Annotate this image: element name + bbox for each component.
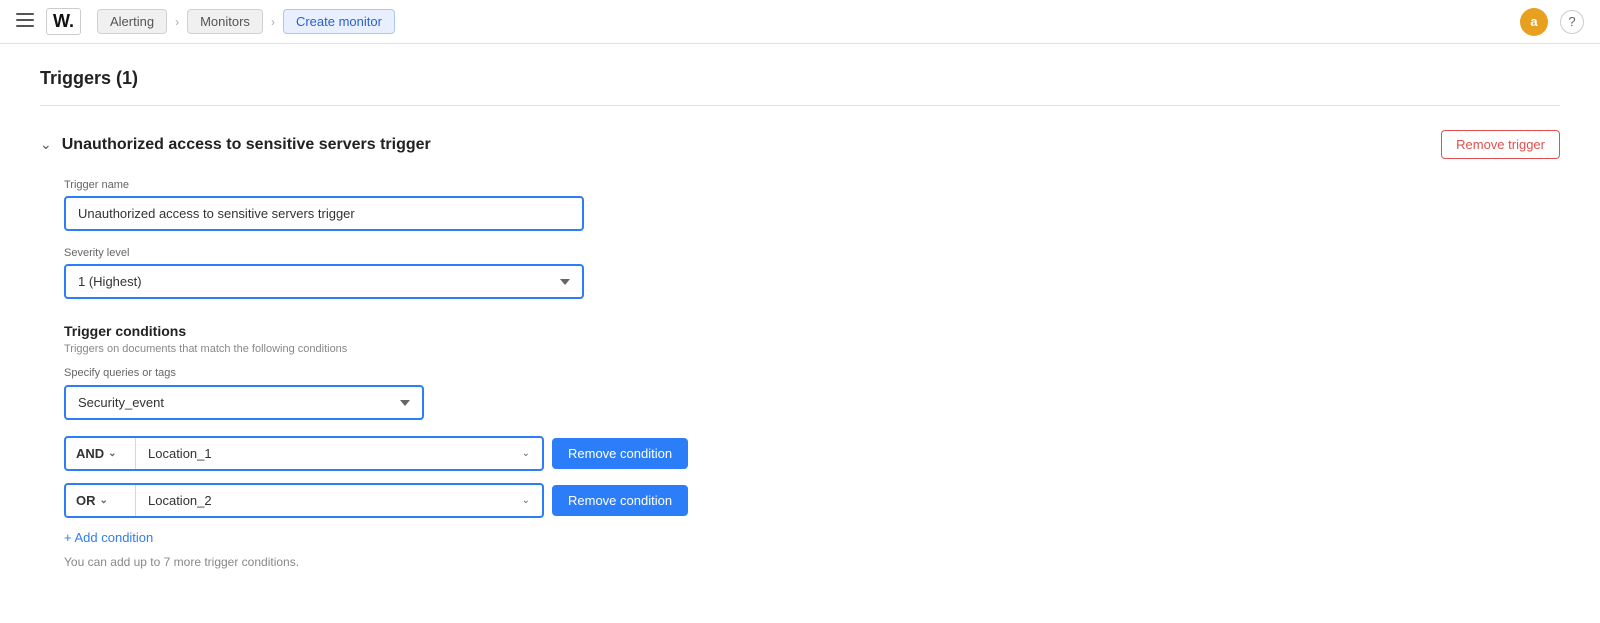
more-conditions-text: You can add up to 7 more trigger conditi…	[64, 555, 1560, 569]
severity-select[interactable]: 1 (Highest) 2 (High) 3 (Medium) 4 (Low) …	[64, 264, 584, 299]
condition-value-2[interactable]: Location_2 ⌄	[136, 485, 542, 516]
trigger-conditions-section: Trigger conditions Triggers on documents…	[64, 323, 1560, 569]
remove-trigger-button[interactable]: Remove trigger	[1441, 130, 1560, 159]
trigger-title-row: ⌄ Unauthorized access to sensitive serve…	[40, 136, 431, 154]
condition-operator-2[interactable]: OR ⌄	[66, 485, 136, 516]
page-title: Triggers (1)	[40, 68, 1560, 89]
trigger-header: ⌄ Unauthorized access to sensitive serve…	[40, 130, 1560, 159]
condition-row-1: AND ⌄ Location_1 ⌄ Remove condition	[64, 436, 1560, 471]
trigger-name-group: Trigger name	[64, 179, 584, 231]
condition-operator-1[interactable]: AND ⌄	[66, 438, 136, 469]
content-area: Triggers (1) ⌄ Unauthorized access to se…	[0, 44, 1600, 593]
remove-condition-button-1[interactable]: Remove condition	[552, 438, 688, 469]
operator-chevron-1: ⌄	[108, 448, 116, 459]
breadcrumb-sep-1: ›	[175, 15, 179, 29]
query-select-wrapper: Security_event All queries Tag: security	[64, 385, 424, 420]
severity-level-group: Severity level 1 (Highest) 2 (High) 3 (M…	[64, 247, 584, 299]
condition-box-1: AND ⌄ Location_1 ⌄	[64, 436, 544, 471]
trigger-name-input[interactable]	[64, 196, 584, 231]
condition-row-2: OR ⌄ Location_2 ⌄ Remove condition	[64, 483, 1560, 518]
breadcrumb-monitors[interactable]: Monitors	[187, 9, 263, 34]
divider	[40, 105, 1560, 106]
operator-label-2: OR	[76, 493, 96, 508]
condition-value-1[interactable]: Location_1 ⌄	[136, 438, 542, 469]
operator-label-1: AND	[76, 446, 104, 461]
topnav-right: a ?	[1520, 8, 1584, 36]
breadcrumb-alerting[interactable]: Alerting	[97, 9, 167, 34]
condition-value-chevron-2: ⌄	[522, 495, 530, 506]
operator-chevron-2: ⌄	[100, 495, 108, 506]
menu-icon[interactable]	[16, 11, 34, 32]
help-icon[interactable]: ?	[1560, 10, 1584, 34]
condition-value-label-1: Location_1	[148, 446, 212, 461]
condition-value-label-2: Location_2	[148, 493, 212, 508]
avatar[interactable]: a	[1520, 8, 1548, 36]
condition-value-chevron-1: ⌄	[522, 448, 530, 459]
app-logo: W.	[46, 8, 81, 35]
main-content: Triggers (1) ⌄ Unauthorized access to se…	[0, 44, 1600, 623]
conditions-subtitle: Triggers on documents that match the fol…	[64, 343, 1560, 355]
add-condition-link[interactable]: + Add condition	[64, 530, 153, 545]
query-select[interactable]: Security_event All queries Tag: security	[64, 385, 424, 420]
query-label: Specify queries or tags	[64, 367, 1560, 379]
breadcrumb-sep-2: ›	[271, 15, 275, 29]
collapse-arrow-icon[interactable]: ⌄	[40, 136, 52, 153]
trigger-form-section: Trigger name Severity level 1 (Highest) …	[64, 179, 584, 299]
breadcrumb-create-monitor[interactable]: Create monitor	[283, 9, 395, 34]
remove-condition-button-2[interactable]: Remove condition	[552, 485, 688, 516]
severity-label: Severity level	[64, 247, 584, 259]
condition-box-2: OR ⌄ Location_2 ⌄	[64, 483, 544, 518]
trigger-name-label: Trigger name	[64, 179, 584, 191]
trigger-title: Unauthorized access to sensitive servers…	[62, 136, 431, 154]
top-navigation: W. Alerting › Monitors › Create monitor …	[0, 0, 1600, 44]
conditions-title: Trigger conditions	[64, 323, 1560, 339]
